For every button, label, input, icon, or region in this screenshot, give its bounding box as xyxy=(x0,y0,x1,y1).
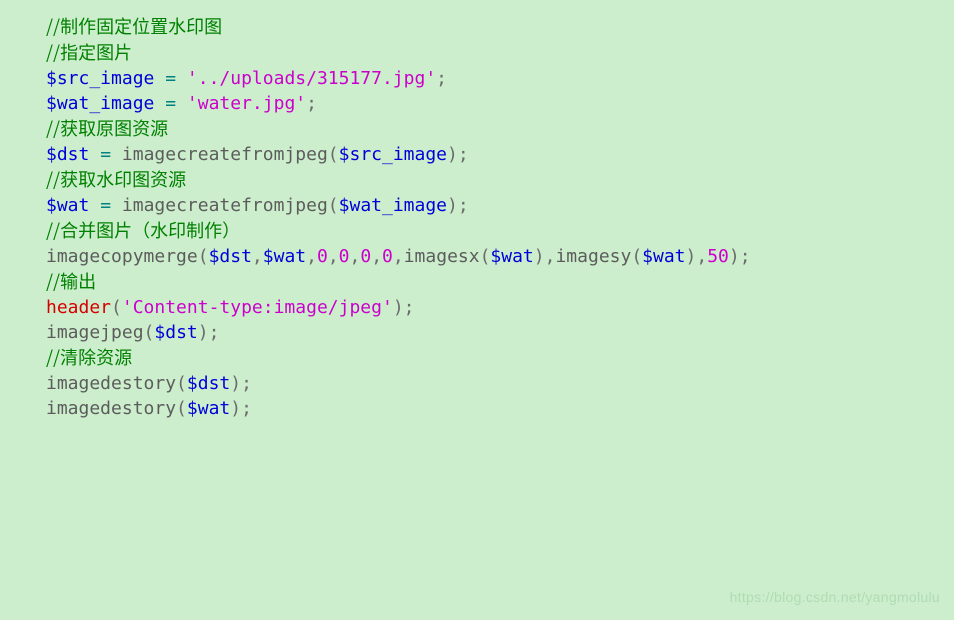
punct: ) xyxy=(447,195,458,216)
code-line: //制作固定位置水印图 xyxy=(46,14,908,40)
punct: ) xyxy=(230,398,241,419)
string: 'water.jpg' xyxy=(187,93,306,114)
watermark: https://blog.csdn.net/yangmolulu xyxy=(730,585,940,610)
comment: //指定图片 xyxy=(46,39,132,65)
variable: $src_image xyxy=(46,68,154,89)
variable: $wat xyxy=(490,246,533,267)
punct: , xyxy=(252,246,263,267)
number: 0 xyxy=(382,246,393,267)
punct: ( xyxy=(176,398,187,419)
function: imagedestory xyxy=(46,398,176,419)
operator: = xyxy=(165,93,176,114)
comment: //输出 xyxy=(46,268,96,294)
variable: $dst xyxy=(187,373,230,394)
function: imagecreatefromjpeg xyxy=(122,144,328,165)
function: imagedestory xyxy=(46,373,176,394)
variable: $wat_image xyxy=(46,93,154,114)
comment: //制作固定位置水印图 xyxy=(46,13,222,39)
variable: $wat xyxy=(642,246,685,267)
function: imagesx xyxy=(404,246,480,267)
punct: , xyxy=(350,246,361,267)
code-line: //合并图片（水印制作） xyxy=(46,218,908,244)
code-line: $src_image = '../uploads/315177.jpg'; xyxy=(46,66,908,91)
punct: ( xyxy=(176,373,187,394)
string: '../uploads/315177.jpg' xyxy=(187,68,436,89)
variable: $dst xyxy=(46,144,89,165)
variable: $src_image xyxy=(339,144,447,165)
number: 0 xyxy=(317,246,328,267)
variable: $wat_image xyxy=(339,195,447,216)
number: 0 xyxy=(339,246,350,267)
comment: //获取原图资源 xyxy=(46,115,168,141)
operator: = xyxy=(100,144,111,165)
number: 0 xyxy=(360,246,371,267)
punct: ( xyxy=(111,297,122,318)
keyword: header xyxy=(46,297,111,318)
punct: ; xyxy=(241,398,252,419)
code-line: imagejpeg($dst); xyxy=(46,320,908,345)
function: imagecreatefromjpeg xyxy=(122,195,328,216)
punct: ; xyxy=(404,297,415,318)
code-line: imagecopymerge($dst,$wat,0,0,0,0,imagesx… xyxy=(46,244,908,269)
variable: $dst xyxy=(209,246,252,267)
code-line: //获取原图资源 xyxy=(46,116,908,142)
punct: ) xyxy=(447,144,458,165)
punct: ( xyxy=(144,322,155,343)
variable: $dst xyxy=(154,322,197,343)
punct: ( xyxy=(198,246,209,267)
variable: $wat xyxy=(46,195,89,216)
code-line: imagedestory($wat); xyxy=(46,396,908,421)
comment: //合并图片（水印制作） xyxy=(46,217,240,243)
code-line: $dst = imagecreatefromjpeg($src_image); xyxy=(46,142,908,167)
punct: ( xyxy=(480,246,491,267)
punct: ; xyxy=(458,144,469,165)
punct: ; xyxy=(241,373,252,394)
number: 50 xyxy=(707,246,729,267)
punct: , xyxy=(306,246,317,267)
function: imagecopymerge xyxy=(46,246,198,267)
string: 'Content-type:image/jpeg' xyxy=(122,297,393,318)
punct: ) xyxy=(198,322,209,343)
code-line: //获取水印图资源 xyxy=(46,167,908,193)
code-line: //清除资源 xyxy=(46,345,908,371)
punct: ) xyxy=(686,246,697,267)
code-line: header('Content-type:image/jpeg'); xyxy=(46,295,908,320)
punct: ; xyxy=(436,68,447,89)
punct: ( xyxy=(328,144,339,165)
punct: ; xyxy=(306,93,317,114)
code-line: //指定图片 xyxy=(46,40,908,66)
comment: //清除资源 xyxy=(46,344,132,370)
punct: ; xyxy=(209,322,220,343)
function: imagesy xyxy=(555,246,631,267)
punct: ; xyxy=(740,246,751,267)
code-line: $wat_image = 'water.jpg'; xyxy=(46,91,908,116)
code-line: $wat = imagecreatefromjpeg($wat_image); xyxy=(46,193,908,218)
punct: ) xyxy=(729,246,740,267)
function: imagejpeg xyxy=(46,322,144,343)
punct: ( xyxy=(631,246,642,267)
punct: ) xyxy=(230,373,241,394)
punct: ( xyxy=(328,195,339,216)
operator: = xyxy=(100,195,111,216)
punct: ) xyxy=(534,246,545,267)
code-line: imagedestory($dst); xyxy=(46,371,908,396)
variable: $wat xyxy=(263,246,306,267)
punct: , xyxy=(696,246,707,267)
variable: $wat xyxy=(187,398,230,419)
punct: ) xyxy=(393,297,404,318)
comment: //获取水印图资源 xyxy=(46,166,186,192)
punct: , xyxy=(328,246,339,267)
code-block: //制作固定位置水印图//指定图片$src_image = '../upload… xyxy=(0,0,954,421)
punct: , xyxy=(371,246,382,267)
operator: = xyxy=(165,68,176,89)
code-line: //输出 xyxy=(46,269,908,295)
punct: , xyxy=(393,246,404,267)
punct: , xyxy=(545,246,556,267)
punct: ; xyxy=(458,195,469,216)
